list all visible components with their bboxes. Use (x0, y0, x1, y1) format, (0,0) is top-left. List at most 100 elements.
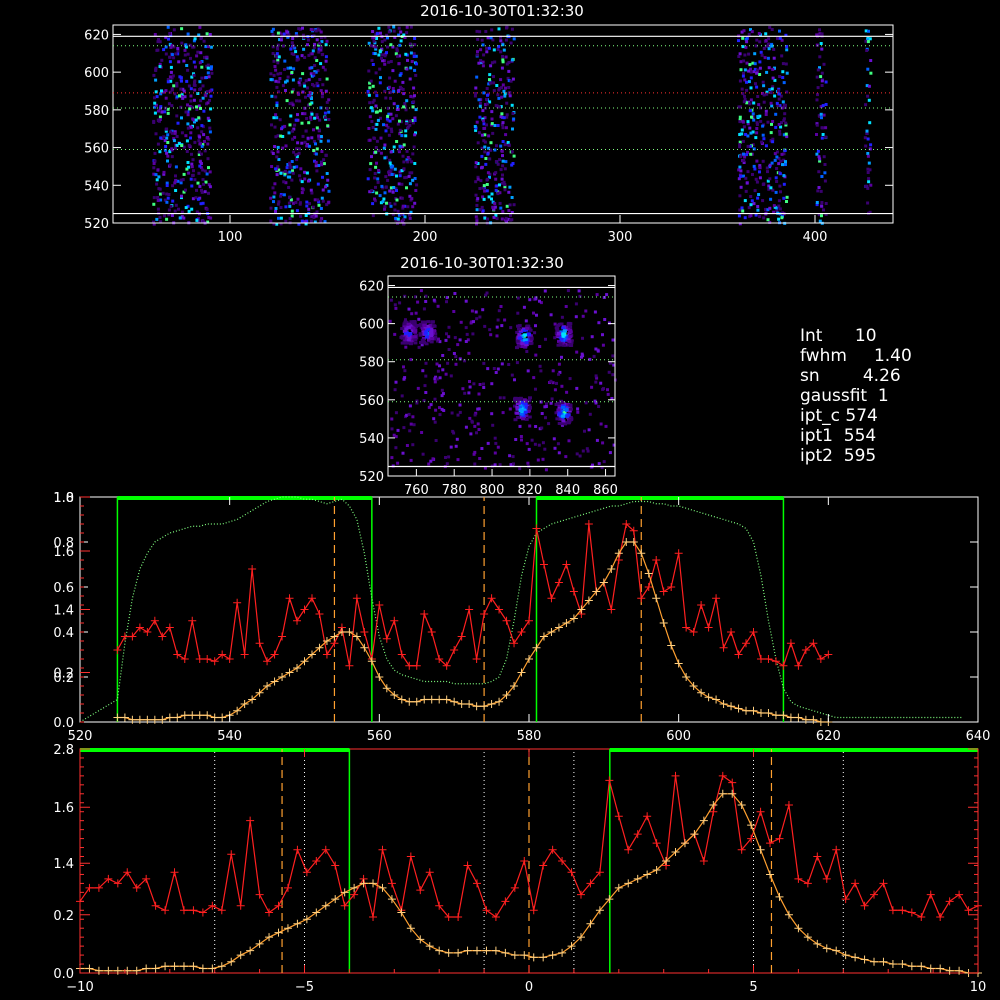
heat-pixel (822, 155, 826, 159)
heat-pixel (201, 201, 205, 205)
heat-pixel (164, 96, 168, 100)
heat-pixel (166, 133, 170, 137)
heat-pixel (866, 154, 870, 158)
heat-pixel (399, 30, 403, 34)
heat-pixel (763, 56, 767, 60)
heat-pixel (424, 374, 428, 378)
heat-pixel (200, 65, 204, 69)
heat-pixel (388, 202, 392, 205)
heat-pixel (751, 112, 755, 116)
heat-pixel (765, 166, 769, 170)
heat-pixel (152, 162, 156, 165)
heat-pixel (754, 136, 758, 140)
heat-pixel (470, 309, 474, 313)
heat-pixel (413, 37, 417, 40)
heat-pixel (153, 101, 157, 105)
hot-spot-pixel (404, 332, 408, 336)
hot-spot-pixel (418, 333, 423, 337)
heat-pixel (512, 462, 515, 466)
hot-spot-pixel (515, 339, 520, 343)
orange-series-point (188, 711, 197, 720)
orange-series-point (607, 565, 616, 573)
heat-pixel (189, 56, 192, 60)
heat-pixel (492, 367, 496, 370)
heat-pixel (200, 152, 203, 156)
heat-pixel (553, 388, 557, 392)
heat-pixel (296, 113, 299, 117)
heat-pixel (327, 118, 331, 121)
hot-spot-pixel (523, 338, 528, 342)
heat-pixel (368, 86, 372, 90)
red-series-point (255, 639, 264, 648)
heat-pixel (384, 185, 388, 189)
heat-pixel (739, 68, 743, 72)
heat-pixel (776, 37, 779, 41)
x-tick-label: 0 (525, 980, 533, 995)
top-panel-title: 2016-10-30T01:32:30 (420, 2, 584, 20)
heat-pixel (774, 190, 778, 194)
heat-pixel (375, 122, 379, 126)
heat-pixel (816, 149, 820, 153)
heat-pixel (273, 191, 277, 195)
orange-series-point (742, 706, 751, 715)
heat-pixel (744, 189, 748, 193)
heat-pixel (196, 50, 200, 54)
heat-pixel (314, 152, 318, 156)
orange-series-point (784, 910, 793, 919)
heat-pixel (276, 145, 280, 149)
hot-spot-pixel (524, 341, 529, 345)
heat-pixel (310, 52, 314, 56)
heat-pixel (304, 214, 308, 217)
heat-pixel (320, 163, 324, 167)
heat-pixel (782, 174, 786, 178)
orange-series-point (218, 713, 227, 722)
heat-pixel (438, 406, 441, 410)
hot-spot-pixel (568, 407, 573, 411)
heat-pixel (485, 97, 488, 101)
heat-pixel (366, 177, 370, 181)
heat-pixel (398, 128, 402, 132)
heat-pixel (510, 218, 514, 222)
heat-pixel (742, 152, 745, 156)
heat-pixel (478, 383, 482, 386)
red-series-point (463, 861, 472, 870)
orange-series-point (888, 960, 897, 969)
heat-pixel (595, 293, 599, 297)
heat-pixel (198, 164, 202, 168)
heat-pixel (485, 183, 489, 186)
heat-pixel (198, 184, 202, 188)
heat-pixel (475, 29, 479, 33)
red-series-point (674, 549, 683, 558)
heat-pixel (500, 86, 504, 90)
heat-pixel (758, 73, 762, 76)
heat-pixel (483, 140, 487, 144)
heat-pixel (534, 353, 538, 357)
heat-pixel (468, 416, 472, 420)
heat-pixel (491, 205, 495, 209)
heat-pixel (764, 113, 768, 116)
heat-pixel (501, 60, 505, 64)
heat-pixel (159, 136, 163, 140)
x-tick-label: 580 (517, 729, 542, 744)
heat-pixel (166, 141, 170, 144)
heat-pixel (494, 441, 498, 445)
heat-pixel (277, 80, 281, 84)
heat-pixel (453, 292, 457, 295)
red-series-point (427, 628, 436, 636)
heat-pixel (416, 300, 420, 304)
heat-pixel (507, 86, 511, 89)
heat-pixel (756, 95, 760, 98)
heat-pixel (159, 192, 162, 196)
red-series-point (539, 861, 548, 870)
heat-pixel (745, 61, 749, 65)
heat-pixel (379, 76, 382, 80)
heat-pixel (312, 128, 315, 132)
heat-pixel (367, 127, 371, 130)
middle-panel-axes: 520540560580600620760 780 800 820 840 860 (359, 280, 618, 498)
heat-pixel (394, 114, 398, 118)
heat-pixel (368, 138, 372, 142)
heat-pixel (314, 160, 318, 164)
heat-pixel (490, 110, 494, 114)
heat-pixel (771, 76, 775, 80)
heat-pixel (279, 171, 283, 175)
